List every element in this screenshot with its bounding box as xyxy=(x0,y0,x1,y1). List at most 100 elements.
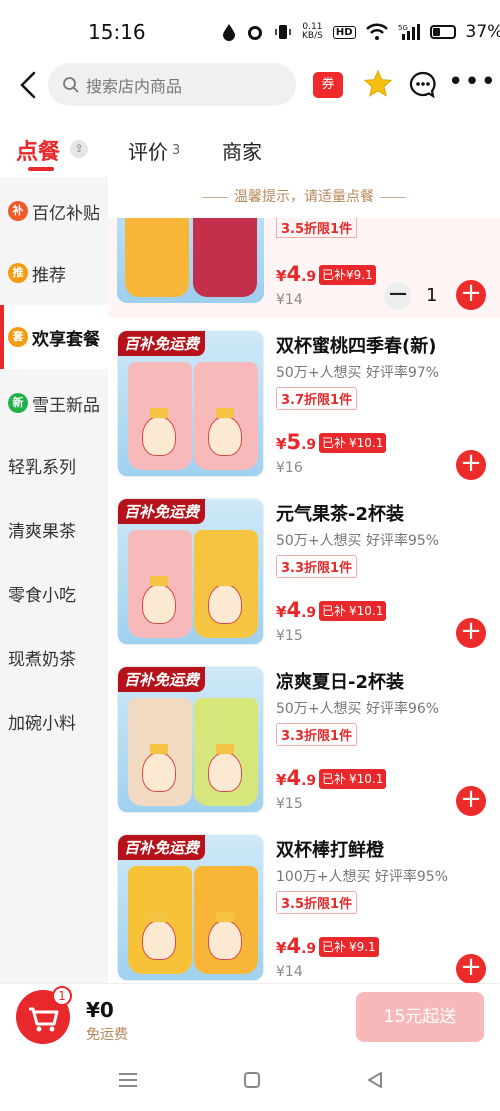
subsidy-value: ¥9.1 xyxy=(346,268,373,282)
sidebar-item-toppings[interactable]: 加碗小料 xyxy=(0,689,108,753)
add-button[interactable]: + xyxy=(456,450,486,480)
price-currency: ¥ xyxy=(276,267,287,285)
tab-reviews-count: 3 xyxy=(172,143,181,158)
original-price: ¥14 xyxy=(276,292,303,308)
sidebar-item-label: 雪王新品 xyxy=(32,395,100,416)
price: ¥5.9 xyxy=(276,430,316,454)
water-drop-icon xyxy=(223,24,235,41)
discount-tag: 3.3折限1件 xyxy=(276,723,358,746)
tab-merchant[interactable]: 商家 xyxy=(222,136,262,165)
tab-active-indicator xyxy=(28,167,54,171)
search-placeholder: 搜索店内商品 xyxy=(86,76,183,96)
subsidy-label: 已补 xyxy=(319,433,350,453)
search-icon xyxy=(63,76,79,93)
crown-graphic xyxy=(150,408,168,418)
back-nav-icon[interactable] xyxy=(366,1071,384,1089)
tip-banner: 温馨提示，请适量点餐 xyxy=(108,186,500,206)
back-arrow-icon xyxy=(20,71,36,99)
mascot-graphic xyxy=(208,416,242,456)
net-speed: 0.11 KB/S xyxy=(302,22,323,41)
product-card[interactable]: 百补免运费 双杯棒打鲜橙 100万+人想买 好评率95% 3.5折限1件 ¥4.… xyxy=(108,834,500,1002)
coupon-button[interactable]: 券 xyxy=(313,72,343,98)
free-shipping-label: 免运费 xyxy=(86,1027,128,1043)
more-icon[interactable]: ••• xyxy=(448,69,496,100)
product-stats: 50万+人想买 好评率97% xyxy=(276,365,440,381)
price-integer: 4 xyxy=(286,598,302,622)
product-name: 凉爽夏日-2杯装 xyxy=(276,672,404,693)
subsidy-value: ¥10.1 xyxy=(349,601,387,621)
menu-icon[interactable] xyxy=(117,1071,139,1089)
price-integer: 5 xyxy=(286,430,302,454)
price-currency: ¥ xyxy=(276,603,287,621)
sidebar-item-label: 清爽果茶 xyxy=(8,521,76,542)
price: ¥4.9 xyxy=(276,598,316,622)
product-image: 百补免运费 xyxy=(117,834,264,981)
collapse-icon[interactable]: ⇪ xyxy=(70,140,88,158)
sidebar-item-label: 轻乳系列 xyxy=(8,457,76,478)
product-image: 百补免运费 xyxy=(117,666,264,813)
price-currency: ¥ xyxy=(276,771,287,789)
divider xyxy=(380,196,406,198)
hd-badge: HD xyxy=(332,25,356,39)
checkout-button[interactable]: 15元起送 xyxy=(356,992,484,1042)
sidebar-item-light-milk[interactable]: 轻乳系列 xyxy=(0,433,108,497)
price: ¥4.9 xyxy=(276,934,316,958)
price-integer: 4 xyxy=(286,262,302,286)
chat-icon[interactable] xyxy=(408,70,438,100)
product-stats: 50万+人想买 好评率95% xyxy=(276,533,440,549)
product-card-partial[interactable]: 3.5折限1件 ¥4.9 已补 ¥9.1 ¥14 xyxy=(108,218,500,318)
free-shipping-banner: 百补免运费 xyxy=(118,331,206,356)
back-button[interactable] xyxy=(14,68,44,102)
status-bar: 15:16 0.11 KB/S HD 5G 37% xyxy=(0,0,500,62)
add-button[interactable]: + xyxy=(456,280,486,310)
discount-tag: 3.5折限1件 xyxy=(276,891,358,914)
cup-shape xyxy=(193,218,257,297)
sidebar-item-recommend[interactable]: 推 推荐 xyxy=(0,241,108,305)
add-button[interactable]: + xyxy=(456,786,486,816)
sidebar-item-label: 零食小吃 xyxy=(8,585,76,606)
mascot-graphic xyxy=(142,584,176,624)
home-icon[interactable] xyxy=(243,1071,261,1089)
sidebar-item-snacks[interactable]: 零食小吃 xyxy=(0,561,108,625)
product-image xyxy=(117,218,264,303)
sidebar-item-label: 现煮奶茶 xyxy=(8,649,76,670)
product-stats: 100万+人想买 好评率95% xyxy=(276,869,449,885)
product-image: 百补免运费 xyxy=(117,330,264,477)
product-image: 百补免运费 xyxy=(117,498,264,645)
original-price: ¥15 xyxy=(276,628,303,644)
sidebar-item-combo[interactable]: 套 欢享套餐 xyxy=(0,305,108,369)
favorite-star-icon[interactable] xyxy=(362,68,394,100)
wifi-icon xyxy=(365,23,388,40)
free-shipping-banner: 百补免运费 xyxy=(118,499,206,524)
price: ¥4.9 xyxy=(276,262,316,286)
product-card[interactable]: 百补免运费 双杯蜜桃四季春(新) 50万+人想买 好评率97% 3.7折限1件 … xyxy=(108,330,500,498)
search-bar[interactable]: 搜索店内商品 xyxy=(48,63,296,106)
product-name: 双杯棒打鲜橙 xyxy=(276,840,384,861)
category-sidebar: 补 百亿补贴 推 推荐 套 欢享套餐 新 雪王新品 轻乳系列 清爽果茶 零食小吃… xyxy=(0,177,108,983)
sidebar-item-fruit-tea[interactable]: 清爽果茶 xyxy=(0,497,108,561)
product-card[interactable]: 百补免运费 凉爽夏日-2杯装 50万+人想买 好评率96% 3.3折限1件 ¥4… xyxy=(108,666,500,834)
sidebar-item-new[interactable]: 新 雪王新品 xyxy=(0,371,108,435)
price-decimal: .9 xyxy=(301,941,317,957)
crown-graphic xyxy=(150,912,168,922)
discount-tag: 3.7折限1件 xyxy=(276,387,358,410)
recommend-badge-icon: 推 xyxy=(8,263,28,283)
crown-graphic xyxy=(150,576,168,586)
tab-reviews[interactable]: 评价 xyxy=(128,136,168,165)
crown-graphic xyxy=(216,912,234,922)
sidebar-item-subsidy[interactable]: 补 百亿补贴 xyxy=(0,179,108,243)
price-integer: 4 xyxy=(286,766,302,790)
mascot-graphic xyxy=(142,416,176,456)
tab-order[interactable]: 点餐 xyxy=(16,134,60,166)
add-button[interactable]: + xyxy=(456,618,486,648)
add-button[interactable]: + xyxy=(456,954,486,984)
tip-text: 温馨提示，请适量点餐 xyxy=(234,189,374,205)
crown-graphic xyxy=(216,408,234,418)
subsidy-value: ¥10.1 xyxy=(349,769,387,789)
original-price: ¥15 xyxy=(276,796,303,812)
product-card[interactable]: 百补免运费 元气果茶-2杯装 50万+人想买 好评率95% 3.3折限1件 ¥4… xyxy=(108,498,500,666)
sidebar-item-milk-tea[interactable]: 现煮奶茶 xyxy=(0,625,108,689)
crown-graphic xyxy=(216,744,234,754)
decrease-quantity-button[interactable]: − xyxy=(384,281,412,310)
status-icons: 0.11 KB/S HD 5G 37% xyxy=(222,18,500,46)
